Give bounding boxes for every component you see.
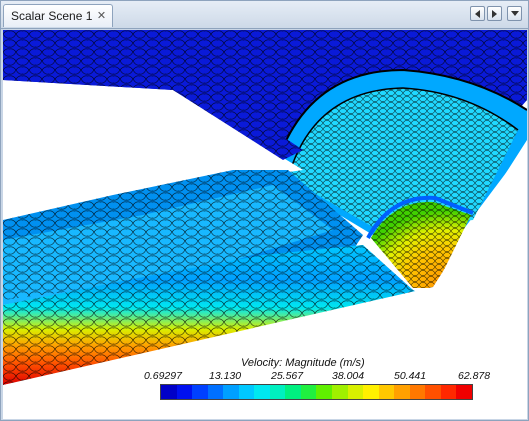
legend-color-swatch [425,385,441,399]
legend-tick: 62.878 [458,370,491,382]
legend-color-bar [160,384,473,400]
legend-color-swatch [347,385,364,399]
tab-bar: Scalar Scene 1 ✕ [1,1,528,29]
legend-color-swatch [456,385,472,399]
scroll-right-icon[interactable] [487,6,502,21]
legend-color-swatch [223,385,239,399]
legend-color-swatch [176,385,193,399]
legend-color-swatch [440,385,457,399]
list-tabs-icon[interactable] [507,6,522,21]
legend-color-swatch [300,385,317,399]
tab-label: Scalar Scene 1 [11,9,93,23]
legend-tick: 50.441 [394,370,427,382]
legend-tick: 13.130 [209,370,242,382]
legend-title: Velocity: Magnitude (m/s) [241,357,365,369]
legend-color-swatch [363,385,379,399]
legend-color-swatch [285,385,301,399]
legend-tick: 25.567 [271,370,304,382]
legend-ticks: 0.69297 13.130 25.567 38.004 50.441 62.8… [3,370,527,384]
legend-tick: 0.69297 [144,370,182,382]
legend-color-swatch [332,385,348,399]
legend-tick: 38.004 [332,370,365,382]
scroll-left-icon[interactable] [470,6,485,21]
legend-color-swatch [254,385,270,399]
tab-scalar-scene[interactable]: Scalar Scene 1 ✕ [3,4,113,27]
scalar-scene-viewport[interactable]: Velocity: Magnitude (m/s) 0.69297 13.130… [3,30,527,419]
legend-color-swatch [238,385,255,399]
scene-window: Scalar Scene 1 ✕ Velocity: Magnitude (m/… [0,0,529,421]
legend-color-swatch [378,385,395,399]
tab-navigation [470,6,522,21]
legend-color-swatch [161,385,177,399]
legend-color-swatch [409,385,426,399]
close-icon[interactable]: ✕ [96,10,107,21]
legend-color-swatch [316,385,333,399]
legend-color-swatch [192,385,208,399]
legend-color-swatch [269,385,286,399]
legend-color-swatch [207,385,224,399]
legend-color-swatch [394,385,410,399]
